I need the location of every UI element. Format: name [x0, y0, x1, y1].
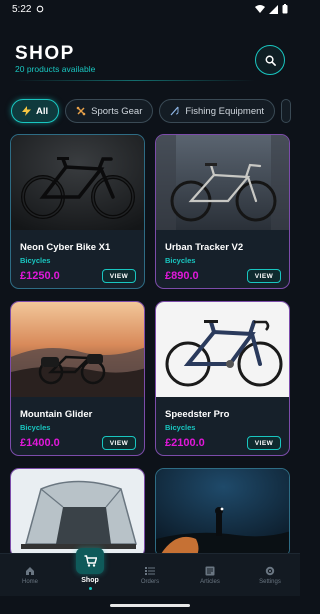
product-category: Bicycles — [20, 423, 51, 432]
status-time: 5:22 — [12, 3, 32, 15]
nav-label: Home — [21, 579, 38, 585]
product-price: £1250.0 — [20, 270, 60, 282]
product-image — [11, 135, 144, 230]
nav-item-orders[interactable]: Orders — [120, 554, 180, 597]
filter-chip-sports-gear[interactable]: Sports Gear — [65, 99, 154, 123]
product-card[interactable]: Urban Tracker V2 Bicycles £890.0 VIEW — [155, 134, 290, 289]
nav-label: Shop — [81, 576, 99, 584]
home-icon — [26, 567, 34, 575]
battery-icon — [282, 4, 288, 14]
dumbbell-icon — [76, 106, 86, 116]
product-image — [156, 135, 289, 230]
view-button[interactable]: VIEW — [102, 436, 136, 450]
product-price: £890.0 — [165, 270, 199, 282]
wifi-icon — [255, 4, 265, 13]
list-icon — [145, 567, 155, 575]
fishing-rod-icon — [170, 106, 179, 116]
product-price: £2100.0 — [165, 437, 205, 449]
search-icon — [265, 55, 276, 66]
product-category: Bicycles — [165, 256, 196, 265]
nav-label: Articles — [200, 579, 220, 585]
view-button[interactable]: VIEW — [102, 269, 136, 283]
product-name: Speedster Pro — [165, 409, 230, 420]
filter-chip-all[interactable]: All — [11, 99, 60, 123]
filter-label: Sports Gear — [91, 105, 143, 117]
nav-item-home[interactable]: Home — [0, 554, 60, 597]
cart-icon — [84, 554, 97, 567]
page-title: SHOP — [15, 43, 75, 64]
product-price: £1400.0 — [20, 437, 60, 449]
nav-active-dot — [88, 586, 92, 590]
product-card[interactable]: Neon Cyber Bike X1 Bicycles £1250.0 VIEW — [10, 134, 145, 289]
filter-chip-more[interactable] — [281, 99, 292, 123]
category-filters: All Sports Gear Fishing Equipment — [11, 99, 292, 123]
product-image — [11, 469, 144, 557]
search-button[interactable] — [255, 45, 285, 75]
nav-label: Orders — [140, 579, 160, 585]
notification-icon — [37, 5, 44, 13]
home-indicator[interactable] — [110, 604, 190, 607]
gear-icon — [265, 566, 275, 576]
product-card[interactable]: Mountain Glider Bicycles £1400.0 VIEW — [10, 301, 145, 456]
filter-label: All — [36, 105, 49, 117]
product-category: Bicycles — [165, 423, 196, 432]
filter-chip-fishing-equipment[interactable]: Fishing Equipment — [159, 99, 276, 123]
signal-icon — [269, 4, 278, 14]
filter-label: Fishing Equipment — [185, 105, 265, 117]
nav-active-indicator — [76, 547, 104, 574]
product-image — [156, 469, 289, 557]
product-name: Neon Cyber Bike X1 — [20, 242, 111, 253]
view-button[interactable]: VIEW — [247, 436, 281, 450]
bolt-icon — [22, 106, 31, 116]
view-button[interactable]: VIEW — [247, 269, 281, 283]
product-category: Bicycles — [20, 256, 51, 265]
product-count: 20 products available — [15, 64, 96, 74]
header-divider — [15, 80, 255, 81]
product-image — [156, 302, 289, 397]
product-card[interactable] — [155, 468, 290, 558]
product-name: Urban Tracker V2 — [165, 242, 244, 253]
shop-header: SHOP 20 products available — [0, 18, 300, 86]
bottom-navigation: Home Shop Orders Articles Settings — [0, 547, 300, 597]
product-image — [11, 302, 144, 397]
nav-item-settings[interactable]: Settings — [240, 554, 300, 597]
article-icon — [205, 566, 215, 576]
nav-label: Settings — [259, 579, 281, 585]
product-name: Mountain Glider — [20, 409, 93, 420]
nav-item-shop[interactable]: Shop — [60, 547, 120, 597]
product-card[interactable] — [10, 468, 145, 558]
product-card[interactable]: Speedster Pro Bicycles £2100.0 VIEW — [155, 301, 290, 456]
nav-item-articles[interactable]: Articles — [180, 554, 240, 597]
status-bar: 5:22 — [0, 0, 300, 18]
